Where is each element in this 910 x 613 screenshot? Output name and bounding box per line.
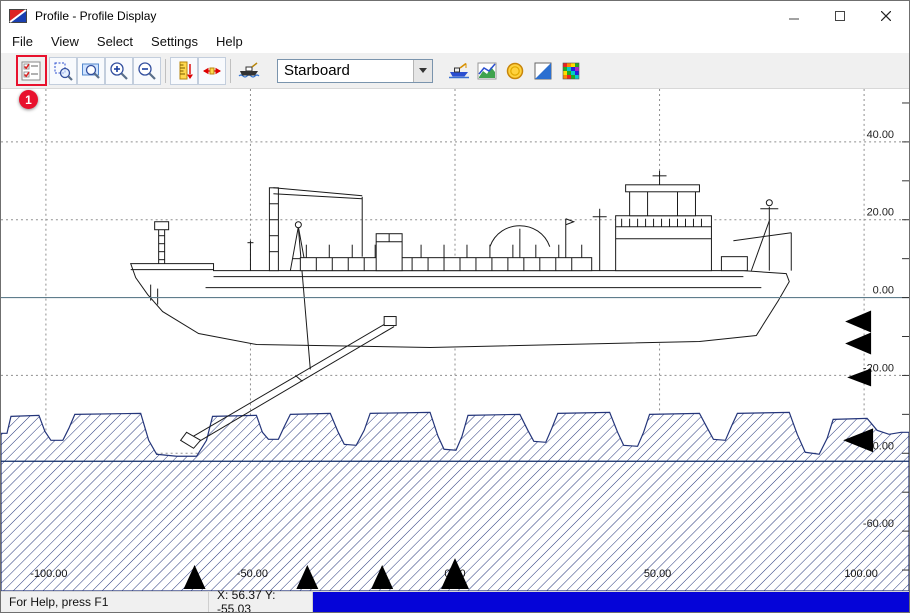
vertical-ruler-icon [173,60,195,82]
area-chart-icon [476,60,498,82]
zoom-extents-icon [80,60,102,82]
vessel-icon [237,59,261,83]
vessel-profile-button[interactable] [235,57,263,85]
y-label: 0.00 [873,285,894,297]
vessel-display-button[interactable] [445,57,473,85]
zoom-window-icon [52,60,74,82]
menu-help[interactable]: Help [207,31,252,53]
status-coordinates: X: 56.37 Y: -55.03 [209,592,313,612]
window-title: Profile - Profile Display [35,9,156,23]
zoom-in-icon [108,60,130,82]
color-grid-icon [560,60,582,82]
status-bar: For Help, press F1 X: 56.37 Y: -55.03 [1,591,909,612]
toolbar: Starboard [1,53,909,89]
depth-marker-triangle [845,311,871,333]
minimize-button[interactable] [771,1,817,31]
checklist-icon [20,60,42,82]
chart-display-button[interactable] [473,57,501,85]
status-progress-bar [313,592,909,612]
depth-marker-triangle [847,368,871,386]
view-side-value: Starboard [278,62,413,79]
status-help-text: For Help, press F1 [1,592,209,612]
measure-horizontal-button[interactable] [198,57,226,85]
color-matrix-button[interactable] [557,57,585,85]
minimize-icon [789,11,799,21]
menu-select[interactable]: Select [88,31,142,53]
close-icon [881,11,891,21]
coin-icon [504,60,526,82]
x-label: -50.00 [237,568,268,580]
toolbar-separator [230,59,231,83]
x-label: 50.00 [644,568,671,580]
maximize-icon [835,11,845,21]
chevron-down-icon [419,68,427,73]
zoom-out-icon [136,60,158,82]
annotation-step-badge: 1 [19,90,38,109]
x-label: 100.00 [844,568,878,580]
zoom-out-button[interactable] [133,57,161,85]
depth-marker-triangle [845,333,871,355]
app-window: Profile - Profile Display File View Sele… [0,0,910,613]
app-icon [9,9,27,23]
y-label: 40.00 [867,129,894,141]
view-side-select[interactable]: Starboard [277,59,433,83]
x-label: -100.00 [30,568,67,580]
combo-dropdown-button[interactable] [413,60,432,82]
symbol-display-button[interactable] [501,57,529,85]
menu-file[interactable]: File [3,31,42,53]
y-label: 20.00 [867,207,894,219]
vessel-drawing [131,171,792,448]
zoom-extents-button[interactable] [77,57,105,85]
maximize-button[interactable] [817,1,863,31]
menu-settings[interactable]: Settings [142,31,207,53]
menu-view[interactable]: View [42,31,88,53]
menu-bar: File View Select Settings Help [1,31,910,53]
zoom-window-button[interactable] [49,57,77,85]
fill-toggle-button[interactable] [529,57,557,85]
diagonal-fill-icon [532,60,554,82]
toolbar-separator [165,59,166,83]
close-button[interactable] [863,1,909,31]
display-options-button[interactable] [17,57,45,85]
measure-vertical-button[interactable] [170,57,198,85]
zoom-in-button[interactable] [105,57,133,85]
horizontal-arrows-icon [201,60,223,82]
profile-plot[interactable]: 40.00 20.00 0.00 -20.00 -40.00 -60.00 -1… [1,89,909,591]
title-bar: Profile - Profile Display [1,1,909,31]
y-label: -60.00 [863,518,894,530]
dredge-ship-icon [447,59,471,83]
